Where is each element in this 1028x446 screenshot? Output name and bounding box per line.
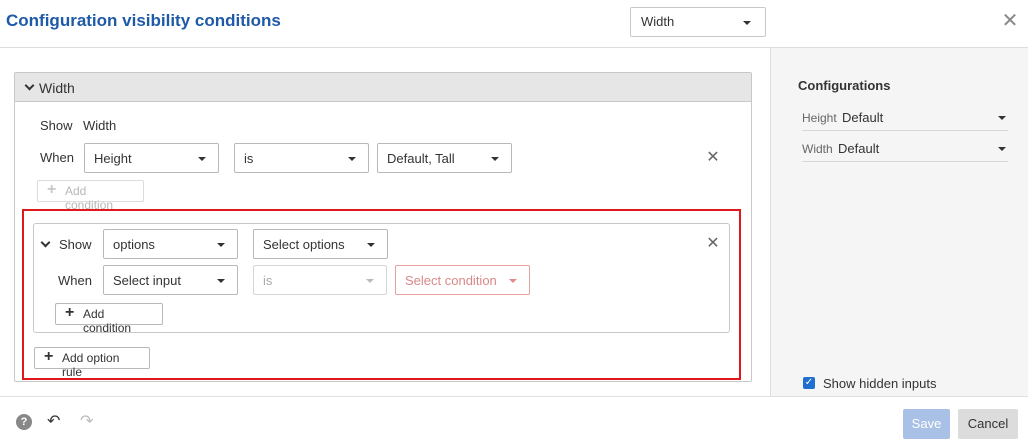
rule-input-select[interactable]: Select input [103,265,238,295]
caret-down-icon [998,147,1006,151]
caret-down-icon [366,279,374,283]
config-row-width[interactable]: Width Default [802,136,1008,162]
add-condition-label: Add condition [83,307,132,335]
condition-values-value: Default, Tall [387,151,455,166]
rule-options-value: Select options [263,237,345,252]
add-condition-button-disabled[interactable]: + Add condition [37,180,144,212]
remove-condition-icon[interactable]: ✕ [706,150,720,166]
configurations-panel: Configurations Height Default Width Defa… [770,48,1028,396]
caret-down-icon [217,243,225,247]
caret-down-icon [367,243,375,247]
config-label: Width [802,142,833,156]
show-hidden-label: Show hidden inputs [823,376,937,391]
section-header-width[interactable]: Width [15,73,751,102]
rule-condition-select[interactable]: Select condition [395,265,530,295]
plus-icon: + [47,181,57,198]
condition-operator-value: is [244,151,254,166]
remove-rule-icon[interactable]: ✕ [706,236,720,252]
condition-values-select[interactable]: Default, Tall [377,143,512,173]
condition-input-value: Height [94,151,132,166]
chevron-down-icon [24,80,35,91]
config-value: Default [842,110,884,125]
show-hidden-inputs-row[interactable]: ✓ Show hidden inputs [770,372,1028,396]
caret-down-icon [509,279,517,283]
rule-type-value: options [113,237,155,252]
rule-when-label: When [58,273,92,288]
add-option-rule-button[interactable]: + Add option rule [34,347,150,379]
rule-type-select[interactable]: options [103,229,238,259]
redo-icon[interactable]: ↷ [80,411,93,431]
config-row-height[interactable]: Height Default [802,105,1008,131]
when-label: When [40,150,74,165]
undo-icon[interactable]: ↶ [47,411,60,431]
add-condition-label: Add condition [65,184,114,212]
rule-condition-value: Select condition [405,273,497,288]
caret-down-icon [491,157,499,161]
input-select-value: Width [641,14,675,29]
dialog-title: Configuration visibility conditions [6,11,281,30]
dialog-footer: ? ↶ ↷ Save Cancel [0,396,1028,446]
caret-down-icon [198,157,206,161]
config-value: Default [838,141,880,156]
plus-icon: + [65,304,75,321]
add-condition-button[interactable]: + Add condition [55,303,163,335]
condition-input-select[interactable]: Height [84,143,219,173]
rule-operator-value: is [263,273,273,288]
condition-operator-select[interactable]: is [234,143,369,173]
close-icon[interactable]: ✕ [1000,11,1020,32]
caret-down-icon [217,279,225,283]
checkbox-checked-icon[interactable]: ✓ [803,377,815,389]
caret-down-icon [743,21,751,25]
dialog-header: Configuration visibility conditions Widt… [0,0,1028,48]
plus-icon: + [44,348,54,365]
cancel-button[interactable]: Cancel [958,409,1018,439]
config-label: Height [802,111,837,125]
section-title: Width [39,80,75,96]
help-icon[interactable]: ? [16,414,32,430]
rule-options-select[interactable]: Select options [253,229,388,259]
input-select-dropdown[interactable]: Width [630,7,766,37]
caret-down-icon [998,116,1006,120]
show-value: Width [83,118,117,133]
rule-input-value: Select input [113,273,181,288]
caret-down-icon [348,157,356,161]
rule-show-label: Show [59,237,92,252]
configurations-title: Configurations [798,78,891,93]
show-label: Show [40,118,73,133]
save-button[interactable]: Save [903,409,950,439]
rule-operator-select[interactable]: is [253,265,387,295]
